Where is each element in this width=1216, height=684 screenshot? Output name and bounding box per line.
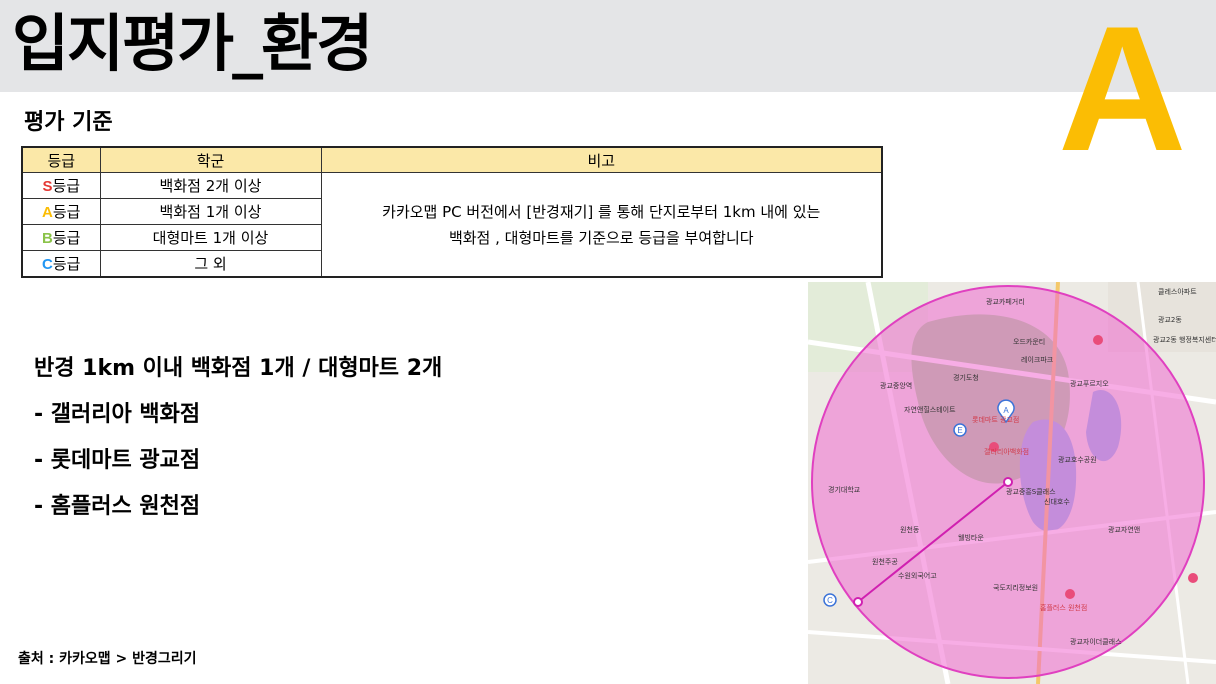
map-label: 광교자연앤 [1108,525,1140,534]
criteria-table: 등급 학군 비고 S등급 백화점 2개 이상 카카오맵 PC 버전에서 [반경재… [21,146,883,278]
condition-cell: 그 외 [99,250,322,278]
map-label: 경기대학교 [828,485,861,494]
grade-letter: C [42,256,53,273]
map-label: 클레스아파트 [1158,287,1197,296]
map-label: 광교자이더클래스 [1070,637,1122,646]
grade-suffix: 등급 [52,229,81,247]
condition-cell: 백화점 1개 이상 [99,198,322,225]
grade-letter: A [42,204,53,221]
grade-cell: S등급 [21,172,101,199]
grade-suffix: 등급 [52,203,81,221]
source-note: 출처 : 카카오맵 > 반경그리기 [18,651,197,667]
grade-letter: B [42,230,53,247]
map-label: 경기도청 [953,373,979,382]
table-row: S등급 백화점 2개 이상 카카오맵 PC 버전에서 [반경재기] 를 통해 단… [21,172,883,278]
map-label: 자연앤힐스테이트 [904,405,956,414]
facility-item: - 롯데마트 광교점 [34,448,201,473]
condition-cell: 백화점 2개 이상 [99,172,322,199]
grade-cell: B등급 [21,224,101,251]
map-label: 웰빙타운 [958,533,984,542]
grade-suffix: 등급 [52,177,81,195]
map-label: 광교중흥S클래스 [1006,487,1056,496]
svg-text:E: E [957,426,962,435]
map-label: 수원외국어고 [898,571,937,580]
map-label: 광교카페거리 [986,297,1025,306]
grade-cell: A등급 [21,198,101,225]
map-label: 광교푸르지오 [1070,379,1109,388]
radius-map[interactable]: A E C 클레스아파트 광교카페거리 오드카운티 광교2동 행정복지센터 레이… [808,282,1216,684]
map-label: 오드카운티 [1013,337,1045,346]
grade-cell: C등급 [21,250,101,278]
note-line: 백화점 , 대형마트를 기준으로 등급을 부여합니다 [448,228,754,247]
map-label: 광교호수공원 [1058,455,1097,464]
column-header: 등급 [21,146,101,173]
map-label: 갤러리아백화점 [984,447,1029,456]
map-label: 원천동 [900,525,920,534]
result-block: 반경 1km 이내 백화점 1개 / 대형마트 2개 - 갤러리아 백화점 - … [34,352,442,536]
svg-text:C: C [827,596,833,605]
column-header: 비고 [320,146,883,173]
marker-e-icon[interactable]: E [953,423,967,437]
criteria-heading: 평가 기준 [24,110,113,135]
marker-c-icon[interactable]: C [823,593,837,607]
grade-result: A [1058,0,1187,188]
svg-text:A: A [1003,406,1009,415]
map-label: 광교중앙역 [880,381,912,390]
map-label: 원천주공 [872,557,898,566]
facility-item: - 홈플러스 원천점 [34,494,201,519]
note-line: 카카오맵 PC 버전에서 [반경재기] 를 통해 단지로부터 1km 내에 있는 [382,202,821,221]
map-label: 롯데마트 광교점 [972,415,1019,424]
grade-letter: S [42,178,53,195]
map-label: 광교2동 행정복지센터 [1153,335,1216,344]
radius-center [1003,477,1013,487]
map-label: 신대호수 [1044,497,1070,506]
map-label: 국도지리정보원 [993,583,1038,592]
map-label: 레이크파크 [1021,355,1054,364]
facility-item: - 갤러리아 백화점 [34,402,201,427]
condition-cell: 대형마트 1개 이상 [99,224,322,251]
grade-suffix: 등급 [52,255,81,273]
criteria-header-row: 등급 학군 비고 [21,146,883,173]
map-label: 홈플러스 원천점 [1040,603,1087,612]
result-summary: 반경 1km 이내 백화점 1개 / 대형마트 2개 [34,356,443,381]
map-label: 광교2동 [1158,316,1182,324]
slide-title: 입지평가_환경 [12,7,373,80]
map-canvas: A E C 클레스아파트 광교카페거리 오드카운티 광교2동 행정복지센터 레이… [808,282,1216,684]
column-header: 학군 [99,146,322,173]
radius-handle[interactable] [853,597,863,607]
note-cell: 카카오맵 PC 버전에서 [반경재기] 를 통해 단지로부터 1km 내에 있는… [320,172,883,278]
